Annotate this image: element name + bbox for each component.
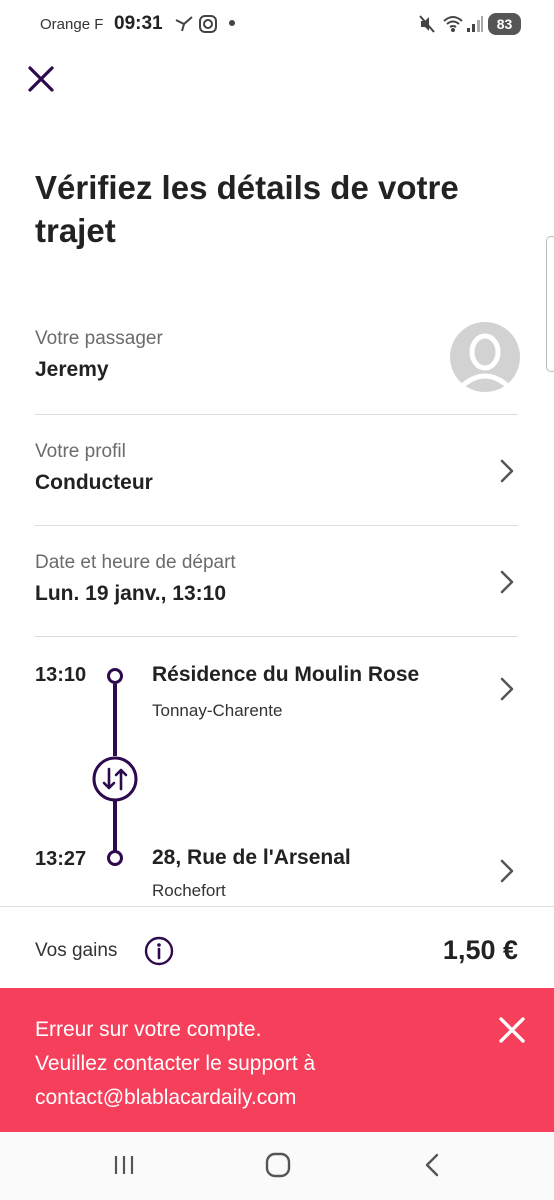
divider	[35, 636, 518, 637]
avatar	[450, 322, 520, 392]
chevron-right-icon[interactable]	[498, 458, 516, 484]
profile-value: Conducteur	[35, 471, 153, 494]
chevron-right-icon[interactable]	[498, 676, 516, 702]
more-notifications-dot	[229, 20, 235, 26]
departure-value: Lun. 19 janv., 13:10	[35, 582, 227, 605]
back-icon[interactable]	[418, 1150, 448, 1180]
carrier-name: Orange F	[40, 16, 104, 33]
profile-label: Votre profil	[35, 441, 126, 462]
system-nav-bar	[0, 1132, 554, 1200]
departure-row[interactable]: Date et heure de départ Lun. 19 janv., 1…	[35, 552, 518, 622]
mute-icon	[419, 15, 435, 33]
wifi-icon	[443, 16, 463, 32]
chevron-right-icon[interactable]	[498, 569, 516, 595]
home-icon[interactable]	[263, 1150, 293, 1180]
scroll-handle[interactable]	[546, 236, 554, 372]
plane-notification-icon	[175, 16, 193, 32]
destination-city: Rochefort	[152, 881, 226, 900]
origin-city: Tonnay-Charente	[152, 701, 283, 720]
departure-label: Date et heure de départ	[35, 552, 236, 573]
passenger-name: Jeremy	[35, 358, 109, 381]
passenger-label: Votre passager	[35, 328, 163, 349]
clock: 09:31	[114, 13, 163, 34]
error-line: Veuillez contacter le support à	[35, 1052, 316, 1075]
info-icon[interactable]	[144, 936, 174, 966]
signal-icon	[467, 16, 483, 32]
earnings-bar: Vos gains 1,50 €	[0, 906, 554, 990]
destination-name[interactable]: 28, Rue de l'Arsenal	[152, 846, 351, 870]
earnings-label: Vos gains	[35, 940, 118, 961]
chevron-right-icon[interactable]	[498, 858, 516, 884]
recent-apps-icon[interactable]	[109, 1150, 139, 1180]
user-icon	[458, 333, 512, 390]
divider	[35, 525, 518, 526]
status-bar: Orange F 09:31 83	[0, 0, 554, 50]
passenger-row: Votre passager Jeremy	[35, 328, 518, 382]
divider	[35, 414, 518, 415]
error-message: Erreur sur votre compte. Veuillez contac…	[35, 1013, 435, 1115]
page-title: Vérifiez les détails de votre trajet	[35, 169, 459, 249]
earnings-value: 1,50 €	[442, 935, 518, 965]
instagram-notification-icon	[199, 15, 217, 33]
close-icon[interactable]	[496, 1014, 528, 1046]
error-line: Erreur sur votre compte.	[35, 1018, 262, 1041]
error-banner: Erreur sur votre compte. Veuillez contac…	[0, 988, 554, 1132]
origin-time: 13:10	[35, 664, 87, 686]
origin-name[interactable]: Résidence du Moulin Rose	[152, 663, 419, 687]
support-email[interactable]: contact@blablacardaily.com	[35, 1081, 435, 1115]
destination-time: 13:27	[35, 848, 87, 870]
swap-direction-icon[interactable]	[91, 755, 139, 803]
battery-level: 83	[488, 13, 521, 35]
profile-row[interactable]: Votre profil Conducteur	[35, 441, 518, 511]
close-icon[interactable]	[24, 62, 58, 96]
